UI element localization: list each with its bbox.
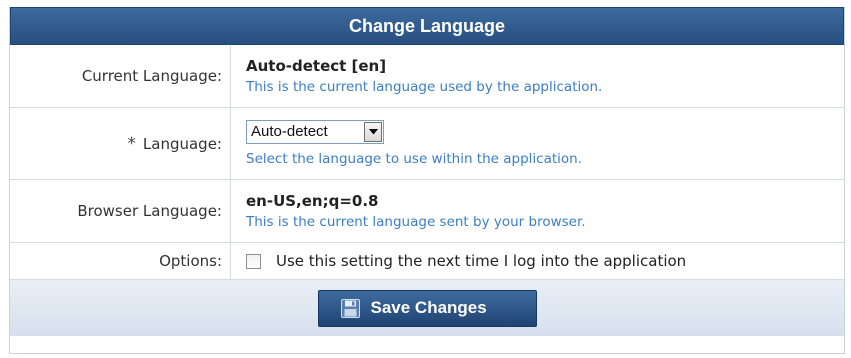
browser-language-help: This is the current language sent by you… [246,214,586,230]
language-help: Select the language to use within the ap… [246,151,583,167]
save-changes-button[interactable]: Save Changes [317,289,537,327]
options-row: Options: Use this setting the next time … [10,243,844,280]
current-language-value: Auto-detect [en] [246,57,387,75]
floppy-disk-icon [340,298,360,318]
language-select-value: Auto-detect [251,123,328,140]
options-value-cell: Use this setting the next time I log int… [231,243,844,279]
language-value-cell: Auto-detect Select the language to use w… [231,108,844,179]
remember-setting-checkbox[interactable] [246,253,261,269]
language-label: Language: [142,134,222,153]
change-language-panel: Change Language Current Language: Auto-d… [9,7,845,354]
chevron-down-icon [368,129,378,135]
panel-title: Change Language [10,7,844,45]
current-language-label: Current Language: [10,45,231,107]
required-marker: * [127,133,136,154]
current-language-row: Current Language: Auto-detect [en] This … [10,45,844,108]
current-language-value-cell: Auto-detect [en] This is the current lan… [231,45,844,107]
remember-setting-label[interactable]: Use this setting the next time I log int… [276,252,686,270]
current-language-help: This is the current language used by the… [246,79,603,95]
save-changes-label: Save Changes [370,298,487,317]
browser-language-value: en-US,en;q=0.8 [246,192,379,210]
browser-language-label: Browser Language: [10,180,231,242]
language-select[interactable]: Auto-detect [246,120,384,144]
language-label-cell: * Language: [10,108,231,179]
options-label: Options: [10,243,231,279]
language-row: * Language: Auto-detect Select the langu… [10,108,844,180]
language-select-button[interactable] [364,122,382,142]
browser-language-value-cell: en-US,en;q=0.8 This is the current langu… [231,180,844,242]
remember-setting-option[interactable]: Use this setting the next time I log int… [246,252,844,270]
form-footer: Save Changes [10,280,844,336]
browser-language-row: Browser Language: en-US,en;q=0.8 This is… [10,180,844,243]
